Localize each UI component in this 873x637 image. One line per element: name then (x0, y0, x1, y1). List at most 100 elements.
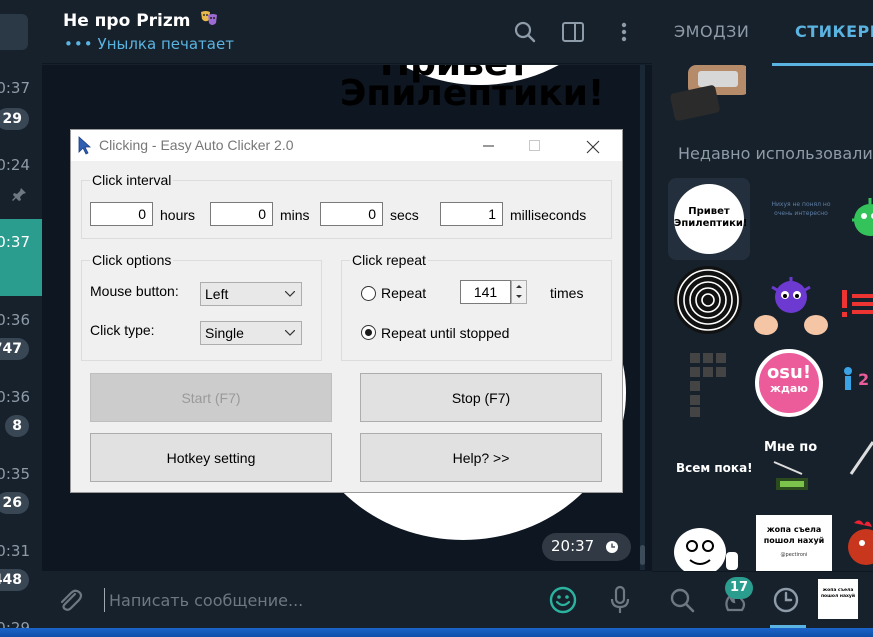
click-options-label: Click options (90, 252, 174, 268)
sticker-figure[interactable]: 2 (842, 365, 873, 395)
chat-list: 0:37 29 0:24 20:37 20:36 747 20:36 8 20:… (0, 0, 42, 637)
sticker-zhopa-author: @pectironi (780, 552, 808, 558)
secs-label: secs (390, 207, 419, 223)
unread-badge: 448 (0, 569, 29, 591)
chat-time: 0:37 (0, 79, 30, 97)
tab-emoji[interactable]: ЭМОДЗИ (674, 22, 749, 41)
side-panel-icon[interactable] (561, 20, 585, 44)
sticker-osu-title: osu! (766, 362, 812, 383)
sticker-privet[interactable]: Привет Эпилептики! (668, 178, 750, 260)
recent-clock-icon[interactable] (772, 586, 800, 614)
stop-button[interactable]: Stop (F7) (360, 373, 602, 422)
sticker-privet-text: Привет Эпилептики! (674, 184, 747, 254)
typing-status-text: Унылка печатает (97, 35, 234, 53)
milliseconds-input[interactable] (440, 202, 503, 226)
scrollbar-thumb[interactable] (640, 545, 645, 565)
window-titlebar[interactable]: Clicking - Easy Auto Clicker 2.0 (71, 130, 622, 161)
pin-icon (12, 188, 26, 201)
auto-clicker-window: Clicking - Easy Auto Clicker 2.0 Click i… (70, 129, 623, 493)
sticker-meme-face[interactable] (666, 518, 742, 574)
repeat-until-stopped-label: Repeat until stopped (381, 325, 510, 341)
hotkey-setting-button[interactable]: Hotkey setting (90, 433, 332, 482)
click-type-label: Click type: (90, 322, 155, 338)
tab-stickers[interactable]: СТИКЕРЫ (795, 22, 873, 41)
click-repeat-group: Click repeat (341, 252, 612, 361)
chat-time: 0:24 (0, 156, 30, 174)
chat-time: 20:31 (0, 542, 30, 560)
mins-input[interactable] (210, 202, 273, 226)
sticker-purple-germ[interactable] (752, 275, 830, 337)
chat-scrollbar[interactable] (640, 65, 645, 570)
help-button[interactable]: Help? >> (360, 433, 602, 482)
sticker-mnepo[interactable]: Мне по (764, 440, 817, 455)
message-input[interactable] (104, 588, 534, 612)
microphone-icon[interactable] (608, 585, 632, 615)
hours-input[interactable] (90, 202, 153, 226)
click-type-select[interactable]: Single (200, 321, 302, 345)
sticker-poka[interactable]: Всем пока! (676, 461, 753, 475)
unread-badge: 29 (0, 108, 29, 130)
sticker-tabs: ЭМОДЗИ СТИКЕРЫ (652, 0, 873, 66)
selected-chat-highlight[interactable] (0, 219, 42, 296)
sticker-osu[interactable]: osu! ждаю (755, 349, 823, 417)
chat-avatar[interactable] (0, 14, 28, 50)
search-icon[interactable] (668, 586, 696, 614)
sticker-fff[interactable] (690, 353, 728, 417)
start-button[interactable]: Start (F7) (90, 373, 332, 422)
minimize-icon (483, 145, 494, 147)
message-time: 20:37 (551, 537, 595, 555)
close-button[interactable] (569, 130, 615, 161)
chat-time: 20:36 (0, 311, 30, 329)
paperclip-icon[interactable] (56, 587, 84, 615)
trending-badge: 17 (725, 577, 753, 599)
repeat-count-spinner[interactable] (511, 280, 527, 304)
spin-down-icon[interactable] (512, 292, 526, 303)
sticker-virus-green[interactable] (842, 190, 873, 250)
search-icon[interactable] (513, 20, 537, 44)
sticker-osu-subtitle: ждаю (770, 382, 808, 395)
sticker-red-warning[interactable] (840, 286, 873, 326)
sticker-zhopa[interactable]: жопа съела пошол нахуй @pectironi (756, 515, 832, 571)
more-options-icon[interactable] (612, 20, 636, 44)
sticker-spray[interactable] (668, 65, 746, 121)
secs-input[interactable] (320, 202, 383, 226)
minimize-button[interactable] (466, 130, 512, 161)
unread-badge: 8 (5, 415, 29, 437)
repeat-label: Repeat (381, 285, 427, 301)
repeat-count-input[interactable] (460, 280, 511, 304)
chat-time: 20:37 (0, 233, 30, 251)
maximize-button[interactable] (512, 130, 558, 161)
sticker-stick[interactable] (847, 440, 873, 480)
sticker-spiral[interactable] (672, 264, 744, 336)
sticker-text-small[interactable]: Нихуя не понял но очень интересно (762, 200, 840, 218)
chat-title[interactable]: Не про Prizm (63, 9, 219, 31)
typing-dots: ••• (64, 35, 94, 53)
close-icon (586, 140, 600, 154)
sticker-pack-thumb[interactable]: жопа съела пошол нахуй (818, 579, 858, 619)
spin-up-icon[interactable] (512, 281, 526, 292)
message-time-pill: 20:37 (542, 533, 631, 561)
click-interval-label: Click interval (90, 172, 174, 188)
click-type-value: Single (205, 325, 244, 341)
sticker-rooster[interactable] (842, 515, 873, 571)
sticker-panel: ЭМОДЗИ СТИКЕРЫ Недавно использовались Пр… (652, 0, 873, 628)
chevron-down-icon (285, 291, 295, 297)
chevron-down-icon (285, 330, 295, 336)
times-label: times (550, 285, 584, 301)
unread-badge: 26 (0, 492, 29, 514)
chat-time: 20:36 (0, 388, 30, 406)
repeat-until-stopped-radio[interactable] (361, 325, 376, 340)
mouse-button-select[interactable]: Left (200, 282, 302, 306)
svg-text:2: 2 (858, 370, 869, 389)
maximize-icon (529, 140, 540, 151)
repeat-radio[interactable] (361, 286, 376, 301)
chat-header: Не про Prizm ••• Унылка печатает (42, 0, 652, 64)
typing-status: ••• Унылка печатает (64, 35, 234, 53)
milliseconds-label: milliseconds (510, 207, 587, 223)
sticker-tank[interactable] (772, 460, 812, 496)
message-input-bar (42, 570, 652, 628)
chat-time: 20:35 (0, 465, 30, 483)
mins-label: mins (280, 207, 310, 223)
emoji-smile-icon[interactable] (548, 585, 578, 615)
taskbar-edge (0, 628, 873, 637)
